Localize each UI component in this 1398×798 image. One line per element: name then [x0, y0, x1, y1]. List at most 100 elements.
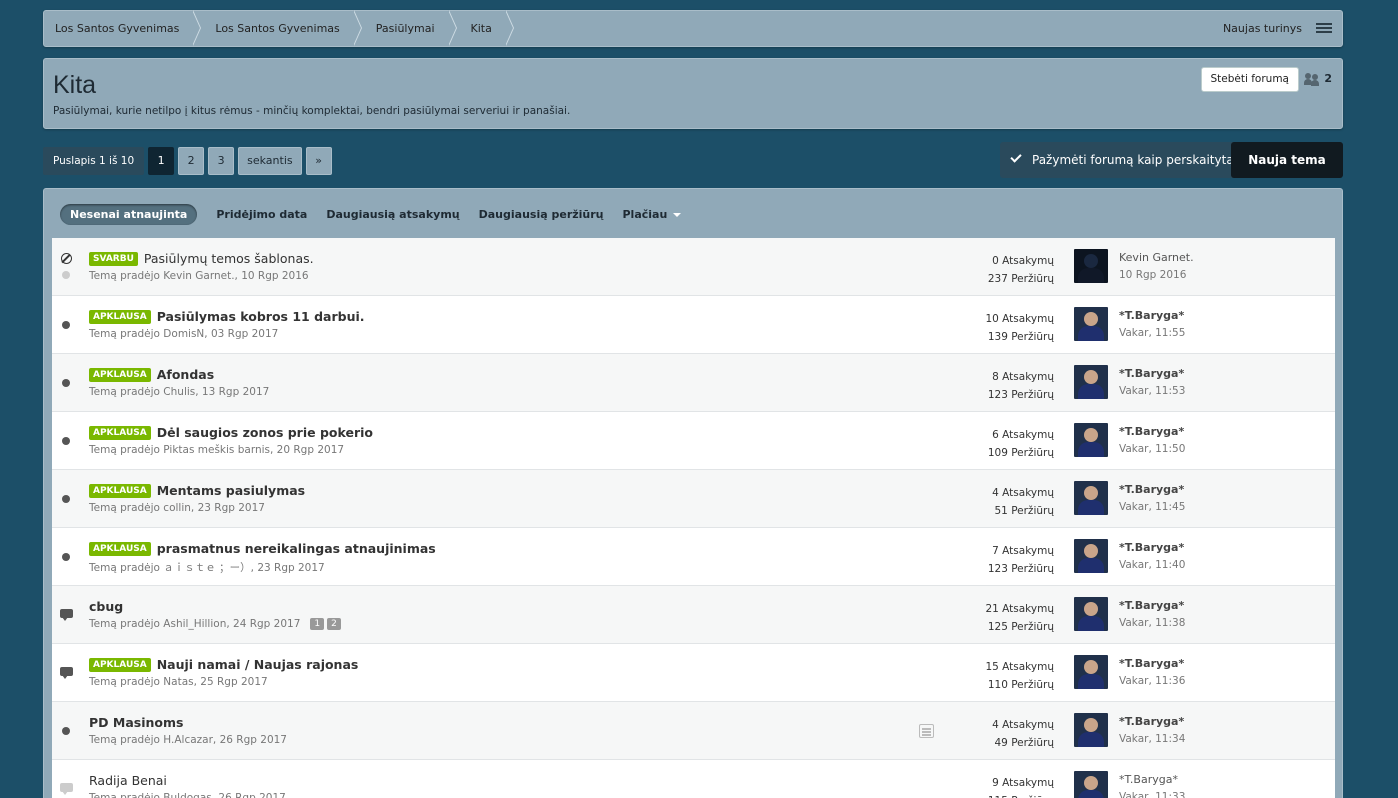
- avatar[interactable]: [1074, 539, 1108, 573]
- table-row[interactable]: APKLAUSA Pasiūlymas kobros 11 darbui. Temą…: [52, 296, 1335, 354]
- forum-header: Kita Pasiūlymai, kurie netilpo į kitus r…: [43, 58, 1343, 129]
- topic-mini-pagination: 12: [310, 618, 341, 630]
- table-row[interactable]: SVARBU Pasiūlymų temos šablonas. Temą prad…: [52, 238, 1335, 296]
- topic-started-text: Temą pradėjo Kevin Garnet., 10 Rgp 2016: [89, 270, 309, 282]
- topic-started-by: Temą pradėjo Kevin Garnet., 10 Rgp 2016: [89, 270, 309, 282]
- table-row[interactable]: APKLAUSA Mentams pasiulymas Temą pradėjo c…: [52, 470, 1335, 528]
- view-count: 123 Peržiūrų: [987, 389, 1054, 401]
- topic-stats: 7 Atsakymų 123 Peržiūrų: [988, 542, 1054, 578]
- sort-start-date[interactable]: Pridėjimo data: [216, 208, 307, 221]
- mark-forum-read-button[interactable]: Pažymėti forumą kaip perskaitytą: [1000, 142, 1244, 178]
- topic-title-link[interactable]: Radija Benai: [89, 773, 167, 788]
- sort-more-dropdown[interactable]: Plačiau: [623, 208, 682, 221]
- last-post-time[interactable]: Vakar, 11:45: [1119, 501, 1185, 513]
- last-poster-link[interactable]: *T.Baryga*: [1119, 483, 1184, 496]
- last-poster-link[interactable]: *T.Baryga*: [1119, 541, 1184, 554]
- avatar[interactable]: [1074, 481, 1108, 515]
- last-poster-link[interactable]: Kevin Garnet.: [1119, 251, 1194, 264]
- topic-title-line: APKLAUSA Pasiūlymas kobros 11 darbui.: [89, 309, 365, 324]
- reply-count: 8 Atsakymų: [992, 371, 1054, 383]
- table-row[interactable]: APKLAUSA Nauji namai / Naujas rajonas Temą…: [52, 644, 1335, 702]
- last-post-time[interactable]: Vakar, 11:34: [1119, 733, 1185, 745]
- topic-page-link[interactable]: 1: [310, 618, 325, 630]
- topic-title-link[interactable]: Dėl saugios zonos prie pokerio: [157, 425, 373, 440]
- avatar[interactable]: [1074, 249, 1108, 283]
- topic-stats: 15 Atsakymų 110 Peržiūrų: [985, 658, 1054, 694]
- topic-stats: 9 Atsakymų 115 Peržiūrų: [988, 774, 1054, 798]
- last-post-time[interactable]: Vakar, 11:33: [1119, 791, 1185, 798]
- new-content-link[interactable]: Naujas turinys: [1223, 22, 1302, 35]
- last-post-time[interactable]: Vakar, 11:40: [1119, 559, 1185, 571]
- last-post-time[interactable]: Vakar, 11:38: [1119, 617, 1185, 629]
- unread-status-icon[interactable]: [62, 495, 70, 503]
- page-title: Kita: [53, 71, 97, 99]
- last-poster-link[interactable]: *T.Baryga*: [1119, 657, 1184, 670]
- topic-title-line: Radija Benai: [89, 773, 167, 788]
- breadcrumb-item-suggestions[interactable]: Pasiūlymai: [354, 10, 457, 46]
- breadcrumb-item-section[interactable]: Los Santos Gyvenimas: [193, 10, 363, 46]
- unread-status-icon[interactable]: [62, 379, 70, 387]
- unread-status-icon[interactable]: [62, 727, 70, 735]
- new-topic-button[interactable]: Nauja tema: [1231, 142, 1343, 178]
- unread-status-icon[interactable]: [62, 321, 70, 329]
- preview-icon[interactable]: [919, 724, 934, 738]
- reply-count: 7 Atsakymų: [992, 545, 1054, 557]
- topic-title-link[interactable]: prasmatnus nereikalingas atnaujinimas: [157, 541, 436, 556]
- table-row[interactable]: APKLAUSA Dėl saugios zonos prie pokerio Te…: [52, 412, 1335, 470]
- last-poster-link[interactable]: *T.Baryga*: [1119, 425, 1184, 438]
- last-post-time[interactable]: Vakar, 11:36: [1119, 675, 1185, 687]
- table-row[interactable]: APKLAUSA prasmatnus nereikalingas atnauji…: [52, 528, 1335, 586]
- last-page-button[interactable]: »: [305, 147, 332, 175]
- last-poster-link[interactable]: *T.Baryga*: [1119, 367, 1184, 380]
- view-count: 125 Peržiūrų: [987, 621, 1054, 633]
- table-row[interactable]: PD Masinoms Temą pradėjo H.Alcazar, 26 Rg…: [52, 702, 1335, 760]
- follow-forum-button[interactable]: Stebėti forumą: [1200, 67, 1299, 92]
- last-poster-link[interactable]: *T.Baryga*: [1119, 309, 1184, 322]
- topic-started-by: Temą pradėjo Natas, 25 Rgp 2017: [89, 676, 268, 688]
- last-poster-link[interactable]: *T.Baryga*: [1119, 773, 1178, 786]
- topic-list: SVARBU Pasiūlymų temos šablonas. Temą prad…: [52, 238, 1335, 798]
- topic-started-text: Temą pradėjo ａｉｓｔｅ ；ー）, 23 Rgp 2017: [89, 562, 325, 574]
- activity-list-icon[interactable]: [1316, 23, 1332, 34]
- page-1-button[interactable]: 1: [148, 147, 175, 175]
- avatar[interactable]: [1074, 655, 1108, 689]
- avatar[interactable]: [1074, 771, 1108, 798]
- followers-count[interactable]: 2: [1304, 72, 1332, 85]
- topic-title-link[interactable]: Afondas: [157, 367, 214, 382]
- topic-title-link[interactable]: Nauji namai / Naujas rajonas: [157, 657, 359, 672]
- avatar[interactable]: [1074, 423, 1108, 457]
- topic-started-by: Temą pradėjo Ashil_Hillion, 24 Rgp 2017 1…: [89, 618, 341, 630]
- table-row[interactable]: cbug Temą pradėjo Ashil_Hillion, 24 Rgp 2…: [52, 586, 1335, 644]
- last-post-time[interactable]: 10 Rgp 2016: [1119, 269, 1186, 281]
- avatar[interactable]: [1074, 365, 1108, 399]
- last-post-time[interactable]: Vakar, 11:53: [1119, 385, 1185, 397]
- topic-title-link[interactable]: Pasiūlymas kobros 11 darbui.: [157, 309, 365, 324]
- page-2-button[interactable]: 2: [178, 147, 205, 175]
- next-page-button[interactable]: sekantis: [238, 147, 302, 175]
- last-poster-link[interactable]: *T.Baryga*: [1119, 715, 1184, 728]
- last-post-time[interactable]: Vakar, 11:50: [1119, 443, 1185, 455]
- breadcrumb-item-home[interactable]: Los Santos Gyvenimas: [44, 10, 202, 46]
- topic-badge: APKLAUSA: [89, 657, 151, 672]
- topic-title-link[interactable]: cbug: [89, 599, 123, 614]
- unread-status-icon[interactable]: [62, 437, 70, 445]
- topic-page-link[interactable]: 2: [327, 618, 341, 630]
- avatar[interactable]: [1074, 713, 1108, 747]
- table-row[interactable]: APKLAUSA Afondas Temą pradėjo Chulis, 13 R…: [52, 354, 1335, 412]
- avatar[interactable]: [1074, 597, 1108, 631]
- topic-title-link[interactable]: Pasiūlymų temos šablonas.: [144, 251, 314, 266]
- topic-badge: APKLAUSA: [89, 541, 151, 556]
- topic-title-link[interactable]: PD Masinoms: [89, 715, 183, 730]
- topic-title-link[interactable]: Mentams pasiulymas: [157, 483, 305, 498]
- sort-most-views[interactable]: Daugiausią peržiūrų: [479, 208, 604, 221]
- breadcrumb-item-current[interactable]: Kita: [449, 10, 515, 46]
- last-post-time[interactable]: Vakar, 11:55: [1119, 327, 1185, 339]
- page-3-button[interactable]: 3: [208, 147, 235, 175]
- last-poster-link[interactable]: *T.Baryga*: [1119, 599, 1184, 612]
- topic-started-text: Temą pradėjo Ashil_Hillion, 24 Rgp 2017: [89, 618, 301, 630]
- unread-status-icon[interactable]: [62, 553, 70, 561]
- sort-recently-updated[interactable]: Nesenai atnaujinta: [60, 203, 198, 225]
- avatar[interactable]: [1074, 307, 1108, 341]
- sort-most-replies[interactable]: Daugiausią atsakymų: [326, 208, 459, 221]
- table-row[interactable]: Radija Benai Temą pradėjo Buldogas, 26 Rg…: [52, 760, 1335, 798]
